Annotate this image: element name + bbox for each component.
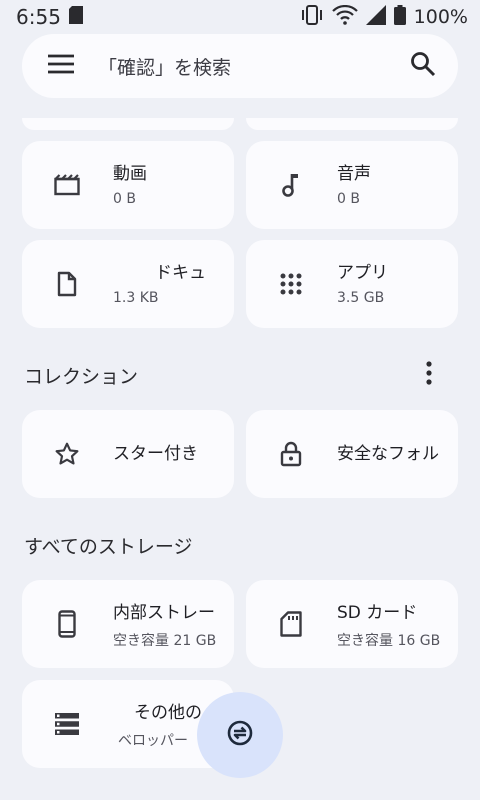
apps-icon: [278, 271, 304, 297]
category-title: アプリ: [337, 263, 388, 283]
category-size: 3.5 GB: [337, 290, 385, 306]
storage-free-space: 空き容量 16 GB: [337, 633, 441, 649]
category-size: 1.3 KB: [113, 290, 159, 306]
menu-icon[interactable]: [48, 54, 74, 78]
category-size: 0 B: [113, 191, 136, 207]
category-title: 動画: [113, 164, 147, 184]
collection-title: 安全なフォル: [337, 444, 439, 464]
search-icon[interactable]: [410, 51, 436, 81]
search-bar[interactable]: 「確認」を検索: [22, 34, 458, 98]
wifi-icon: [331, 4, 358, 29]
storage-card-internal[interactable]: 内部ストレー 空き容量 21 GB: [22, 580, 234, 668]
storage-card-sd[interactable]: SD カード 空き容量 16 GB: [246, 580, 458, 668]
phone-icon: [54, 610, 80, 638]
vibrate-icon: [300, 5, 324, 29]
category-title: ドキュ: [155, 263, 206, 283]
status-time: 6:55: [16, 5, 61, 29]
video-icon: [54, 172, 80, 198]
partial-card-right: [246, 118, 458, 130]
sync-fab-button[interactable]: [197, 692, 283, 778]
category-title: 音声: [337, 164, 371, 184]
document-icon: [54, 271, 80, 297]
star-icon: [54, 441, 80, 467]
battery-percent: 100%: [413, 6, 468, 28]
collection-card-starred[interactable]: スター付き: [22, 410, 234, 498]
category-card-audio[interactable]: 音声 0 B: [246, 141, 458, 229]
storage-free-space: 空き容量 21 GB: [113, 633, 217, 649]
partial-card-left: [22, 118, 234, 130]
collections-heading: コレクション: [24, 366, 139, 388]
category-size: 0 B: [337, 191, 360, 207]
storage-title: SD カード: [337, 603, 418, 623]
category-card-video[interactable]: 動画 0 B: [22, 141, 234, 229]
collection-title: スター付き: [113, 444, 198, 464]
sd-card-icon: [68, 6, 83, 28]
storage-title: 内部ストレー: [113, 603, 215, 623]
storage-heading: すべてのストレージ: [24, 536, 193, 558]
sd-card-icon: [278, 611, 304, 637]
storage-icon: [54, 711, 80, 737]
status-bar: 6:55 100%: [0, 0, 480, 34]
battery-icon: [393, 5, 406, 29]
category-card-documents[interactable]: ドキュ 1.3 KB: [22, 240, 234, 328]
more-vert-icon[interactable]: [424, 361, 434, 389]
music-icon: [278, 172, 304, 198]
search-input[interactable]: 「確認」を検索: [98, 53, 410, 80]
signal-icon: [365, 5, 386, 29]
lock-icon: [278, 441, 304, 467]
collection-card-safe-folder[interactable]: 安全なフォル: [246, 410, 458, 498]
sync-icon: [225, 718, 255, 752]
category-card-apps[interactable]: アプリ 3.5 GB: [246, 240, 458, 328]
